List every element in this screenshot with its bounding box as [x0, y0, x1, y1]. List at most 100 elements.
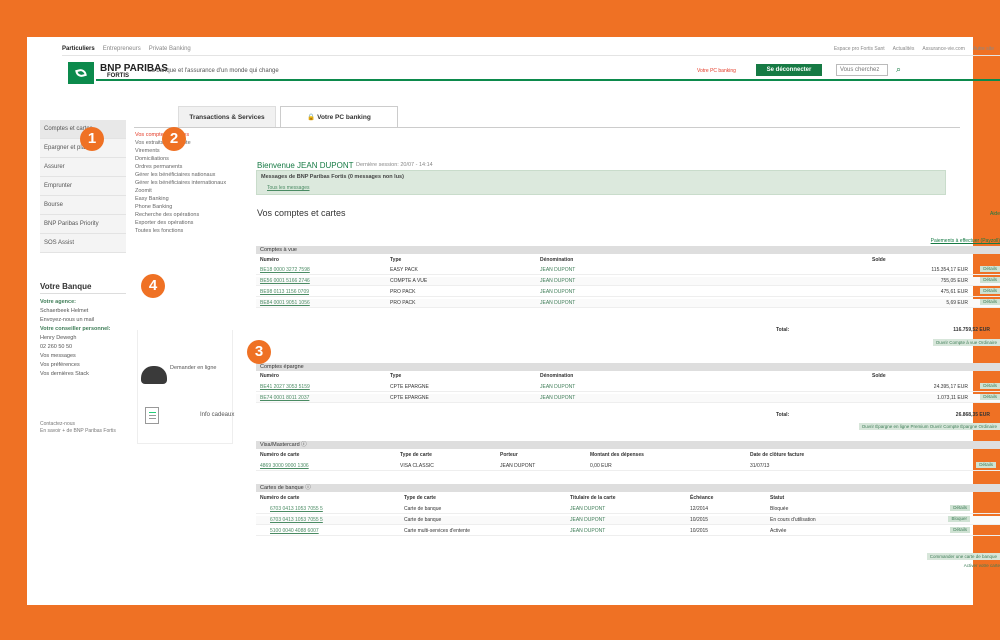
card-action-button[interactable]: Bloquer	[948, 516, 970, 522]
account-number[interactable]: BE74 0001 8011 2037	[260, 394, 309, 403]
card-action-button[interactable]: Détails	[950, 505, 970, 511]
nav-private-banking[interactable]: Private Banking	[149, 46, 191, 52]
table-row[interactable]: 4869 3000 9000 1306 VISA CLASSIC JEAN DU…	[256, 462, 1000, 471]
card-number[interactable]: 6703 0413 1053 7055 5	[270, 505, 323, 514]
nav-priority[interactable]: BNP Paribas Priority	[40, 215, 126, 234]
top-link[interactable]: Actualités	[893, 46, 915, 52]
tagline: La banque et l'assurance d'un monde qui …	[148, 68, 279, 74]
contact-link[interactable]: Envoyez-nous un mail	[40, 316, 126, 325]
menu-item[interactable]: Toutes les fonctions	[135, 227, 231, 235]
menu-item[interactable]: Gérer les bénéficiaires nationaux	[135, 171, 231, 179]
messages-link[interactable]: Tous les messages	[267, 185, 310, 191]
row-action-button[interactable]: Détails	[980, 299, 1000, 305]
accounts-table-header: Numéro Type Dénomination Solde	[256, 257, 1000, 264]
table-row[interactable]: 6703 0413 1053 7055 5 Carte de banque JE…	[256, 505, 1000, 514]
tab-transactions[interactable]: Transactions & Services	[178, 106, 276, 128]
info-link[interactable]: Info cadeaux	[200, 412, 234, 418]
phone: 02 260 50 50	[40, 344, 73, 350]
votre-banque-panel: Votre Banque Votre agence: Schaerbeek He…	[40, 281, 126, 379]
table-row[interactable]: 5100 0040 4088 6007 Carte multi-services…	[256, 527, 1000, 536]
nav-bourse[interactable]: Bourse	[40, 196, 126, 215]
card-number[interactable]: 5100 0040 4088 6007	[270, 527, 319, 536]
table-row[interactable]: BE98 0113 1156 0709 PRO PACK JEAN DUPONT…	[256, 288, 1000, 297]
help-icon[interactable]: ⓘ	[305, 485, 311, 491]
total-value: 26.868,35 EUR	[955, 412, 990, 418]
savings-section-header: Comptes épargne	[256, 363, 1000, 371]
card-holder: JEAN DUPONT	[570, 528, 606, 534]
order-card-button[interactable]: Commander une carte de banque	[926, 553, 1000, 560]
menu-item[interactable]: Easy Banking	[135, 195, 231, 203]
account-holder: JEAN DUPONT	[540, 278, 576, 284]
open-savings-button[interactable]: Ouvrir Épargne en ligne Premium Ouvrir C…	[858, 423, 1000, 430]
table-row[interactable]: BE18 0000 3272 7598 EASY PACK JEAN DUPON…	[256, 266, 1000, 275]
menu-item[interactable]: Domiciliations	[135, 155, 231, 163]
bnp-logo-icon[interactable]	[68, 62, 94, 84]
top-link[interactable]: Assurance-vie.com	[922, 46, 965, 52]
help-link[interactable]: Aide	[990, 211, 1000, 217]
details-button[interactable]: Détails	[976, 462, 996, 468]
card-expiry: 10/2015	[690, 528, 709, 534]
card-expiry: 12/2014	[690, 506, 709, 512]
link-messages[interactable]: Vos messages	[40, 352, 126, 361]
help-icon[interactable]: ⓘ	[301, 442, 307, 448]
top-link[interactable]: Espace pro Fortis Sant	[834, 46, 885, 52]
account-number[interactable]: BE98 0113 1156 0709	[260, 288, 309, 297]
account-number[interactable]: BE84 0001 9051 1056	[260, 299, 310, 308]
row-action-button[interactable]: Détails	[980, 266, 1000, 272]
menu-item[interactable]: Phone Banking	[135, 203, 231, 211]
table-row[interactable]: BE56 0001 5166 2746 COMPTE A VUE JEAN DU…	[256, 277, 1000, 286]
table-row[interactable]: BE41 2027 3053 5159 CPTE EPARGNE JEAN DU…	[256, 383, 1000, 392]
nav-assurer[interactable]: Assurer	[40, 158, 126, 177]
menu-item[interactable]: Zoomit	[135, 187, 231, 195]
account-type: EASY PACK	[390, 267, 418, 273]
row-action-button[interactable]: Détails	[980, 277, 1000, 283]
bank-cards-title: Cartes de banque	[260, 485, 304, 491]
bank-cards-table-header: Numéro de carte Type de carte Titulaire …	[256, 495, 1000, 502]
link-stack[interactable]: Vos dernières Stack	[40, 370, 126, 379]
col-close-date: Date de clôture facture	[750, 452, 805, 458]
payments-link[interactable]: Paiements à effectuer (Payzoll)	[931, 238, 1000, 244]
account-number[interactable]: BE41 2027 3053 5159	[260, 383, 310, 392]
search-icon[interactable]: ⌕	[896, 64, 901, 75]
open-account-button[interactable]: Ouvrir Compte à vue Ordinaire	[932, 339, 1000, 346]
nav-emprunter[interactable]: Emprunter	[40, 177, 126, 196]
pc-banking-link[interactable]: Votre PC banking	[697, 68, 736, 74]
lock-icon: 🔒	[307, 114, 318, 121]
menu-item[interactable]: Exporter des opérations	[135, 219, 231, 227]
nav-entrepreneurs[interactable]: Entrepreneurs	[103, 46, 141, 52]
table-row[interactable]: BE74 0001 8011 2037 CPTE EPARGNE JEAN DU…	[256, 394, 1000, 403]
row-action-button[interactable]: Détails	[980, 383, 1000, 389]
card-action-button[interactable]: Détails	[950, 527, 970, 533]
col-type: Type	[390, 257, 402, 263]
about-link[interactable]: En savoir + de BNP Paribas Fortis	[40, 428, 120, 435]
row-action-button[interactable]: Détails	[980, 394, 1000, 400]
card-status: Bloquée	[770, 506, 789, 512]
card-number[interactable]: 6703 0413 1053 7055 5	[270, 516, 323, 525]
demander-link[interactable]: Demander en ligne	[170, 365, 230, 372]
card-number[interactable]: 4869 3000 9000 1306	[260, 462, 309, 471]
menu-item[interactable]: Recherche des opérations	[135, 211, 231, 219]
messages-box: Messages de BNP Paribas Fortis (0 messag…	[256, 170, 946, 195]
account-number[interactable]: BE18 0000 3272 7598	[260, 266, 310, 275]
nav-particuliers[interactable]: Particuliers	[62, 46, 95, 52]
search-input[interactable]: Vous cherchez	[836, 64, 888, 76]
activate-card-link[interactable]: Activer votre carte	[964, 563, 1000, 568]
tab-pc-banking[interactable]: 🔒 Votre PC banking	[280, 106, 398, 128]
menu-item[interactable]: Ordres permanents	[135, 163, 231, 171]
menu-item[interactable]: Virements	[135, 147, 231, 155]
row-action-button[interactable]: Détails	[980, 288, 1000, 294]
nav-sos[interactable]: SOS Assist	[40, 234, 126, 253]
col-card-type: Type de carte	[400, 452, 432, 458]
account-number[interactable]: BE56 0001 5166 2746	[260, 277, 310, 286]
visa-table-header: Numéro de carte Type de carte Porteur Mo…	[256, 452, 1000, 459]
link-preferences[interactable]: Vos préférences	[40, 361, 126, 370]
table-row[interactable]: 6703 0413 1053 7055 5 Carte de banque JE…	[256, 516, 1000, 525]
contact-us-link[interactable]: Contactez-nous	[40, 421, 120, 428]
menu-item[interactable]: Gérer les bénéficiaires internationaux	[135, 179, 231, 187]
table-row[interactable]: BE84 0001 9051 1056 PRO PACK JEAN DUPONT…	[256, 299, 1000, 308]
top-link[interactable]: Autre site	[973, 46, 994, 52]
tab-pc-banking-label: Votre PC banking	[317, 114, 371, 121]
account-holder: JEAN DUPONT	[540, 289, 576, 295]
account-holder: JEAN DUPONT	[540, 267, 576, 273]
logout-button[interactable]: Se déconnecter	[756, 64, 822, 76]
